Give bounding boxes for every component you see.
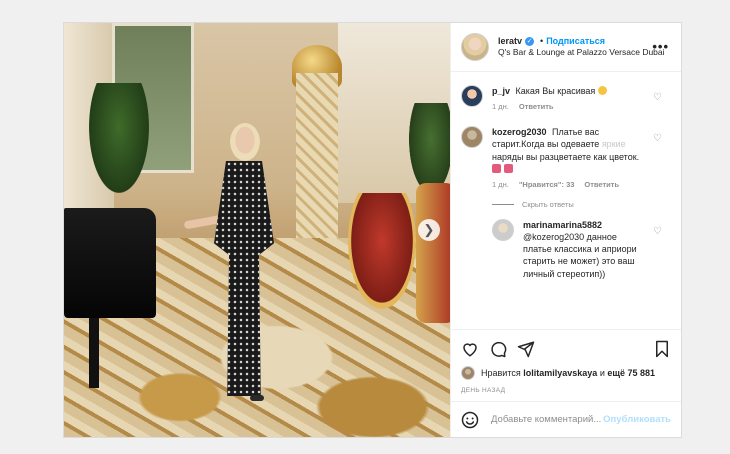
- photo-armchair: [346, 193, 418, 313]
- comment-like-heart-icon[interactable]: ♡: [653, 226, 663, 237]
- post-sidebar: leratv ✓ • Подписаться Q's Bar & Lounge …: [450, 23, 681, 437]
- header-row: leratv ✓ • Подписаться: [498, 36, 665, 48]
- more-options-button[interactable]: •••: [652, 39, 669, 54]
- comment-text-end: наряды вы разцветаете как цветок.: [492, 151, 640, 162]
- header-info: leratv ✓ • Подписаться Q's Bar & Lounge …: [498, 36, 665, 59]
- comment-username[interactable]: marinamarina5882: [523, 220, 602, 230]
- post-photo[interactable]: ❯: [64, 23, 450, 437]
- add-comment-bar: Добавьте комментарий... Опубликовать: [451, 401, 681, 437]
- follow-button[interactable]: Подписаться: [546, 36, 605, 48]
- comment-item: p_jv Какая Вы красивая 1 дн. Ответить ♡: [451, 85, 681, 112]
- comment-likes-count[interactable]: "Нравится": 33: [519, 180, 575, 190]
- photo-plant: [89, 83, 149, 193]
- action-icons: [461, 338, 671, 360]
- reply-item: marinamarina5882 @kozerog2030 данное пла…: [482, 218, 681, 280]
- comment-text-faded: яркие: [601, 139, 626, 150]
- share-icon[interactable]: [517, 340, 535, 358]
- chevron-right-icon[interactable]: ❯: [418, 219, 440, 241]
- comment-item: kozerog2030 Платье вас старит.Когда вы о…: [451, 126, 681, 190]
- heart-icon[interactable]: [461, 340, 479, 358]
- comment-username[interactable]: kozerog2030: [492, 127, 547, 137]
- post-header: leratv ✓ • Подписаться Q's Bar & Lounge …: [451, 23, 681, 72]
- likes-prefix: Нравится: [481, 368, 521, 378]
- comment-body: marinamarina5882 @kozerog2030 данное пла…: [523, 219, 643, 280]
- comment-time[interactable]: 1 дн.: [492, 102, 509, 112]
- publish-button[interactable]: Опубликовать: [603, 414, 671, 425]
- post-timestamp[interactable]: ДЕНЬ НАЗАД: [461, 387, 671, 394]
- post-actions: Нравится lolitamilyavskaya и ещё 75 881 …: [451, 329, 681, 394]
- comment-meta: 1 дн. "Нравится": 33 Ответить: [492, 180, 642, 190]
- author-username[interactable]: leratv: [498, 36, 522, 48]
- hide-replies-line: [492, 203, 514, 205]
- photo-woman-shoe: [250, 395, 264, 401]
- photo-woman-head: [230, 123, 260, 161]
- likes-count[interactable]: ещё 75 881: [607, 368, 655, 378]
- comment-text: Какая Вы красивая: [515, 86, 596, 96]
- flower-emoji-icon: [503, 163, 513, 173]
- avatar[interactable]: [461, 126, 483, 149]
- comment-icon[interactable]: [489, 340, 507, 358]
- likes-summary[interactable]: Нравится lolitamilyavskaya и ещё 75 881: [461, 366, 671, 380]
- reply-button[interactable]: Ответить: [584, 180, 619, 190]
- heart-eyes-emoji-icon: [597, 86, 607, 95]
- likes-connector: и: [599, 368, 605, 378]
- comment-like-heart-icon[interactable]: ♡: [653, 93, 663, 103]
- post-location[interactable]: Q's Bar & Lounge at Palazzo Versace Duba…: [498, 47, 665, 58]
- comment-text-row: kozerog2030 Платье вас старит.Когда вы о…: [492, 126, 642, 175]
- post-dialog: ❯ leratv ✓ • Подписаться Q's Bar & Loung…: [63, 22, 682, 438]
- comment-time[interactable]: 1 дн.: [492, 180, 509, 190]
- emoji-icon[interactable]: [461, 411, 479, 429]
- photo-armchair-right: [416, 183, 450, 323]
- comment-input[interactable]: Добавьте комментарий...: [491, 414, 603, 425]
- flower-emoji-icon: [492, 163, 501, 173]
- comment-meta: 1 дн. Ответить: [492, 102, 642, 112]
- hide-replies-label: Скрыть ответы: [522, 199, 574, 209]
- bookmark-icon[interactable]: [653, 340, 671, 358]
- likes-user[interactable]: lolitamilyavskaya: [523, 368, 597, 378]
- comment-body: kozerog2030 Платье вас старит.Когда вы о…: [492, 126, 642, 190]
- avatar[interactable]: [461, 33, 489, 61]
- reply-button[interactable]: Ответить: [519, 102, 554, 112]
- comment-text: @kozerog2030 данное платье классика и ап…: [523, 232, 637, 279]
- comment-body: p_jv Какая Вы красивая 1 дн. Ответить: [492, 85, 642, 112]
- comment-text-row: p_jv Какая Вы красивая: [492, 85, 642, 97]
- comment-username[interactable]: p_jv: [492, 86, 510, 96]
- avatar[interactable]: [461, 85, 483, 107]
- comment-text-row: marinamarina5882 @kozerog2030 данное пла…: [523, 219, 643, 280]
- avatar: [461, 366, 475, 380]
- hide-replies-button[interactable]: Скрыть ответы: [492, 200, 681, 209]
- avatar[interactable]: [492, 218, 514, 241]
- photo-column: [296, 73, 338, 243]
- photo-piano-leg: [89, 318, 99, 388]
- photo-plant-right: [409, 103, 450, 193]
- comments-list[interactable]: p_jv Какая Вы красивая 1 дн. Ответить ♡ …: [451, 73, 681, 329]
- photo-piano: [64, 208, 156, 318]
- separator-dot: •: [540, 35, 544, 46]
- comment-like-heart-icon[interactable]: ♡: [653, 134, 663, 144]
- verified-badge-icon: ✓: [525, 36, 535, 46]
